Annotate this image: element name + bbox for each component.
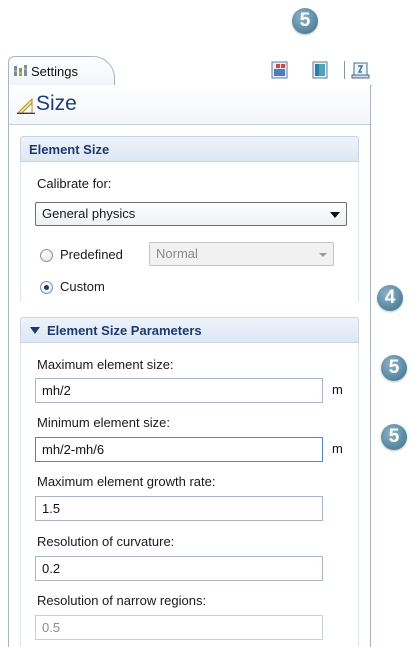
toolbar — [268, 60, 371, 82]
page-title: Size — [36, 92, 77, 115]
size-ruler-icon — [17, 98, 35, 114]
parameters-section-title: Element Size Parameters — [47, 323, 202, 338]
collapse-triangle-icon — [30, 327, 40, 334]
min-size-unit: m — [332, 441, 343, 456]
custom-radio[interactable] — [40, 281, 53, 294]
help-icon[interactable] — [351, 60, 371, 80]
callout-badge-custom: 4 — [377, 285, 403, 311]
narrow-regions-label: Resolution of narrow regions: — [37, 593, 207, 608]
calibrate-select-value: General physics — [42, 206, 136, 221]
callout-badge-max-size: 5 — [381, 355, 407, 381]
build-selected-icon[interactable] — [270, 60, 290, 80]
chevron-down-icon — [330, 212, 340, 218]
toolbar-separator — [344, 61, 345, 79]
calibrate-select[interactable]: General physics — [35, 202, 347, 226]
element-size-section-title: Element Size — [29, 142, 110, 157]
growth-rate-field[interactable]: 1.5 — [35, 496, 323, 521]
curvature-label: Resolution of curvature: — [37, 534, 175, 549]
narrow-regions-field[interactable]: 0.5 — [35, 615, 323, 640]
settings-panel: Size Element Size Calibrate for: General… — [8, 85, 371, 647]
chevron-down-icon — [319, 253, 327, 257]
predefined-size-value: Normal — [156, 246, 198, 261]
calibrate-label: Calibrate for: — [37, 176, 112, 191]
panel-title-bar: Size — [9, 85, 370, 125]
predefined-radio[interactable] — [40, 249, 53, 262]
predefined-label[interactable]: Predefined — [60, 247, 123, 262]
min-size-label: Minimum element size: — [37, 415, 170, 430]
min-size-field[interactable]: mh/2-mh/6 — [35, 437, 323, 462]
curvature-field[interactable]: 0.2 — [35, 556, 323, 581]
custom-label[interactable]: Custom — [60, 279, 105, 294]
element-size-section-header: Element Size — [20, 136, 359, 162]
max-size-field[interactable]: mh/2 — [35, 378, 323, 403]
settings-tab-label: Settings — [31, 64, 78, 79]
callout-badge-top: 5 — [292, 8, 318, 34]
parameters-section-header[interactable]: Element Size Parameters — [20, 317, 359, 343]
callout-badge-min-size: 5 — [381, 424, 407, 450]
growth-rate-label: Maximum element growth rate: — [37, 474, 216, 489]
settings-gears-icon — [14, 65, 27, 76]
settings-tab[interactable]: Settings — [8, 56, 115, 86]
max-size-label: Maximum element size: — [37, 357, 174, 372]
predefined-size-select[interactable]: Normal — [149, 242, 334, 266]
build-all-icon[interactable] — [310, 60, 330, 80]
max-size-unit: m — [332, 382, 343, 397]
